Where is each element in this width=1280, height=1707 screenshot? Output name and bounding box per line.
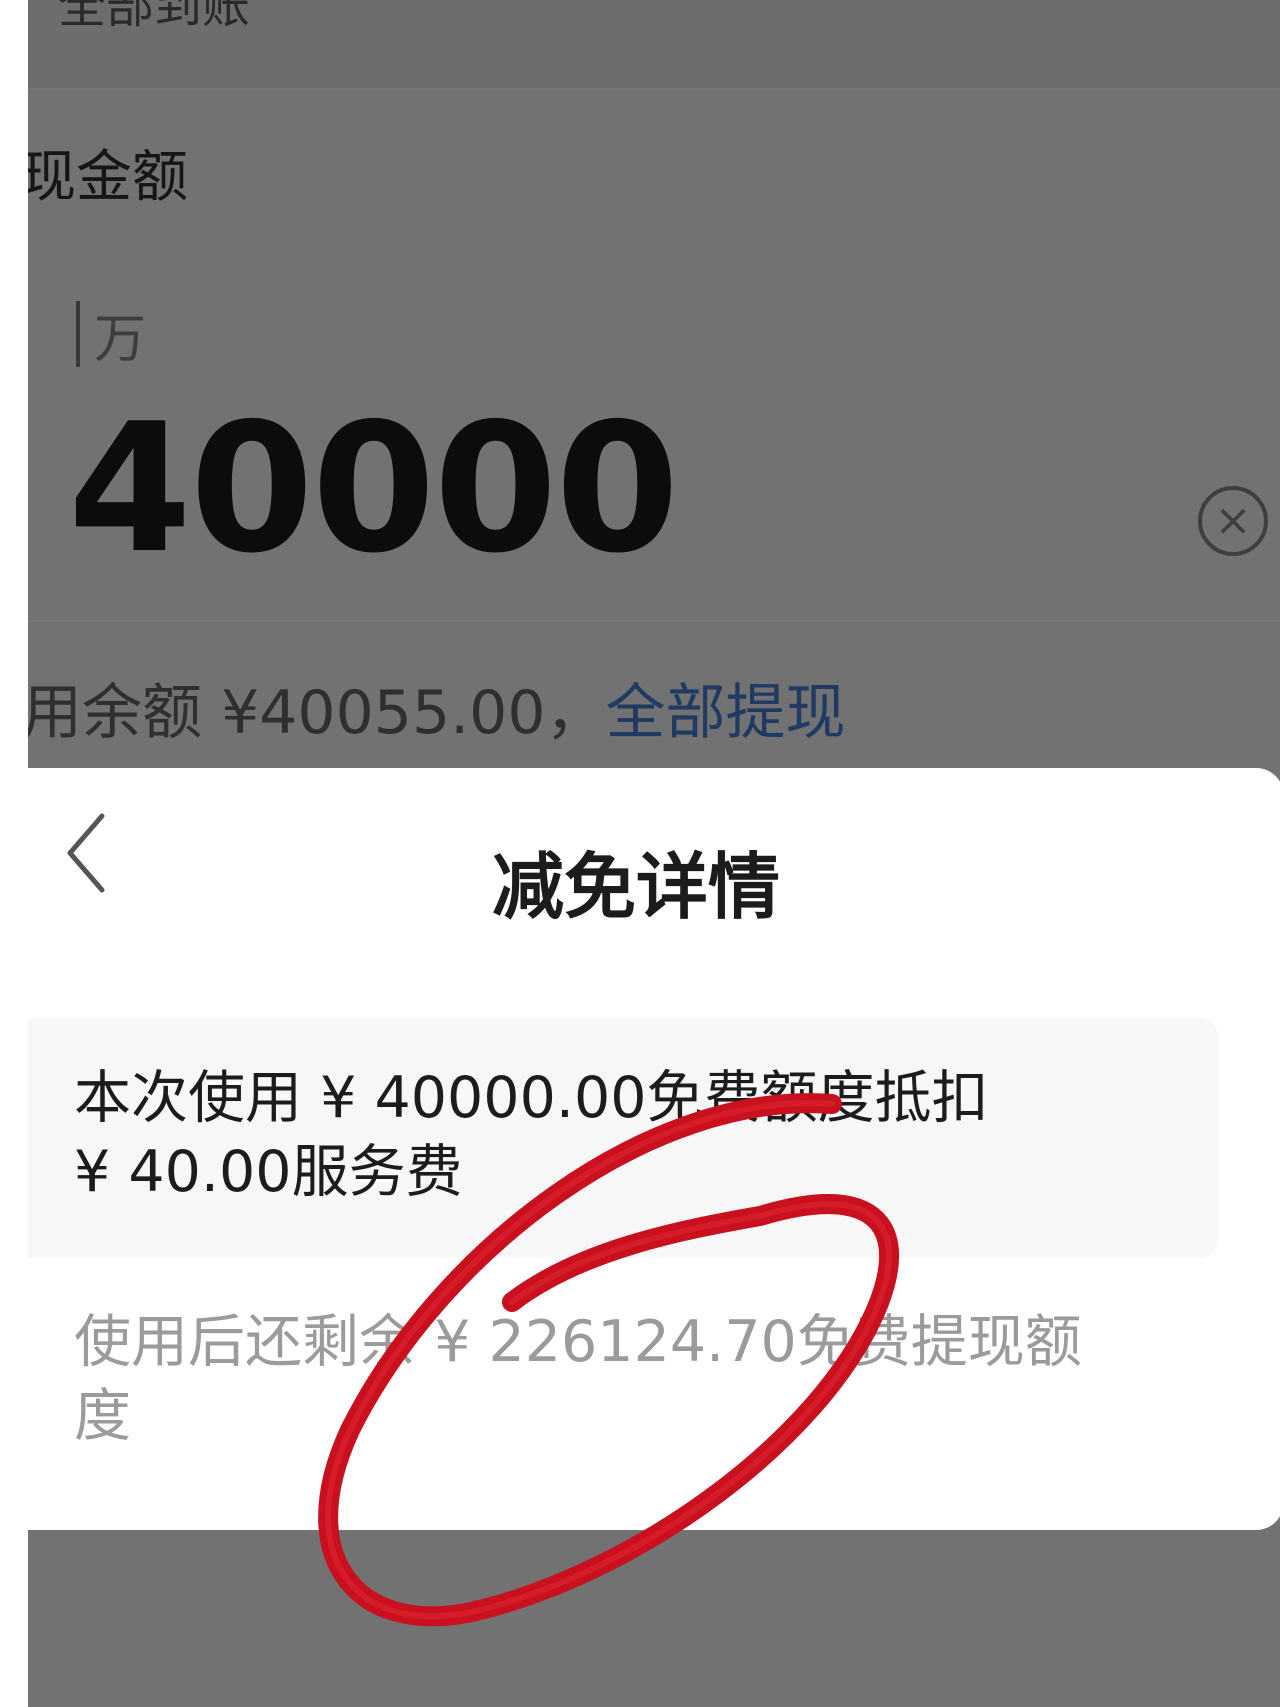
withdraw-all-link[interactable]: 全部提现 <box>606 678 846 748</box>
deduction-card: 本次使用 ¥ 40000.00免费额度抵扣 ¥ 40.00服务费 <box>28 1018 1218 1258</box>
amount-divider <box>28 620 1280 622</box>
available-balance-text: 用余额 ¥40055.00， <box>28 678 606 748</box>
amount-input[interactable]: 40000 <box>68 400 679 578</box>
dimmed-withdraw-page: 全部到账 现金额 万 40000 × 用余额 ¥40055.00，全部提现 减免… <box>28 0 1280 1707</box>
remaining-quota-line-1: 使用后还剩余 ¥ 226124.70免费提现额 <box>74 1309 1082 1375</box>
available-balance-row: 用余额 ¥40055.00，全部提现 <box>28 664 846 751</box>
unit-label: 万 <box>94 309 147 370</box>
deduction-text-line-1: 本次使用 ¥ 40000.00免费额度抵扣 <box>74 1065 989 1131</box>
arrival-time-text: 全部到账 <box>58 0 251 34</box>
arrival-time-row: 全部到账 <box>28 0 1280 90</box>
sheet-title: 减免详情 <box>491 845 780 929</box>
remaining-quota-line-2: 度 <box>74 1383 131 1449</box>
clear-circle-x-icon: × <box>1214 495 1252 546</box>
text-cursor <box>76 301 80 367</box>
fee-waiver-sheet: 减免详情 本次使用 ¥ 40000.00免费额度抵扣 ¥ 40.00服务费 使用… <box>28 768 1280 1530</box>
withdraw-amount-label: 现金额 <box>28 145 188 210</box>
clear-amount-button[interactable]: × <box>1198 486 1268 556</box>
left-edge-strip <box>0 0 28 1707</box>
deduction-text-line-2: ¥ 40.00服务费 <box>74 1139 463 1205</box>
amount-unit-hint: 万 <box>76 298 146 370</box>
